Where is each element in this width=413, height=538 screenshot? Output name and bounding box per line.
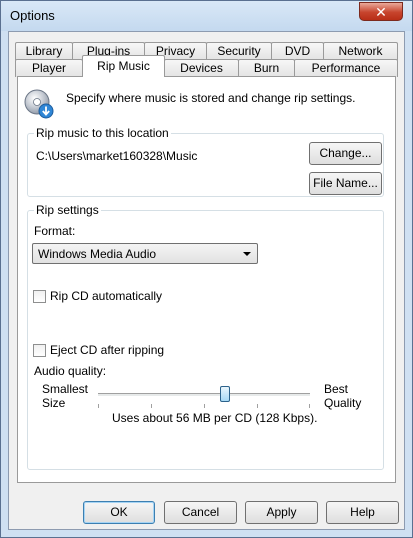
rip-description: Specify where music is stored and change… bbox=[66, 91, 356, 105]
quality-estimate-text: Uses about 56 MB per CD (128 Kbps). bbox=[112, 411, 318, 425]
tab-devices[interactable]: Devices bbox=[164, 59, 239, 77]
close-icon: ✕ bbox=[375, 4, 387, 20]
location-group: Rip music to this location C:\Users\mark… bbox=[27, 126, 384, 197]
format-select[interactable]: Windows Media Audio bbox=[32, 243, 258, 264]
location-group-title: Rip music to this location bbox=[34, 126, 171, 140]
rip-location-path: C:\Users\market160328\Music bbox=[36, 149, 198, 163]
slider-tick bbox=[204, 404, 205, 408]
options-window: Options ✕ Library Plug-ins Privacy Secur… bbox=[0, 0, 413, 538]
slider-tick bbox=[98, 404, 99, 408]
tab-rip-music[interactable]: Rip Music bbox=[82, 55, 165, 77]
tab-network[interactable]: Network bbox=[323, 42, 398, 60]
ok-button[interactable]: OK bbox=[83, 501, 155, 524]
cancel-button[interactable]: Cancel bbox=[164, 501, 237, 524]
smallest-size-label-line1: Smallest bbox=[42, 382, 89, 396]
cd-rip-icon bbox=[24, 89, 54, 119]
tab-security[interactable]: Security bbox=[206, 42, 272, 60]
window-title: Options bbox=[10, 8, 55, 23]
rip-music-panel: Specify where music is stored and change… bbox=[17, 76, 396, 483]
tab-burn[interactable]: Burn bbox=[238, 59, 295, 77]
slider-tick bbox=[151, 404, 152, 408]
audio-quality-label: Audio quality: bbox=[34, 364, 107, 378]
file-name-button[interactable]: File Name... bbox=[309, 172, 382, 195]
slider-tick bbox=[257, 404, 258, 408]
rip-settings-group: Rip settings Format: Windows Media Audio… bbox=[27, 203, 384, 470]
chevron-down-icon bbox=[243, 252, 251, 256]
rip-settings-group-title: Rip settings bbox=[34, 203, 101, 217]
tab-player[interactable]: Player bbox=[15, 59, 83, 77]
tab-library[interactable]: Library bbox=[15, 42, 73, 60]
rip-automatically-checkbox[interactable] bbox=[33, 290, 46, 303]
best-quality-label-line2: Quality bbox=[324, 396, 362, 410]
help-button[interactable]: Help bbox=[326, 501, 399, 524]
apply-button[interactable]: Apply bbox=[245, 501, 318, 524]
format-select-value: Windows Media Audio bbox=[38, 247, 157, 261]
format-label: Format: bbox=[34, 224, 76, 238]
dialog-client: Library Plug-ins Privacy Security DVD Ne… bbox=[8, 31, 405, 530]
title-bar: Options ✕ bbox=[1, 1, 412, 31]
eject-after-rip-label: Eject CD after ripping bbox=[50, 343, 165, 357]
tab-performance[interactable]: Performance bbox=[294, 59, 398, 77]
rip-automatically-label: Rip CD automatically bbox=[50, 289, 163, 303]
close-button[interactable]: ✕ bbox=[359, 2, 403, 21]
eject-after-rip-checkbox[interactable] bbox=[33, 344, 46, 357]
change-location-button[interactable]: Change... bbox=[309, 142, 382, 165]
quality-slider-thumb[interactable] bbox=[220, 386, 231, 402]
smallest-size-label-line2: Size bbox=[42, 396, 66, 410]
quality-slider-track[interactable] bbox=[98, 393, 310, 397]
slider-tick bbox=[309, 404, 310, 408]
best-quality-label-line1: Best bbox=[324, 382, 349, 396]
tab-dvd[interactable]: DVD bbox=[271, 42, 324, 60]
